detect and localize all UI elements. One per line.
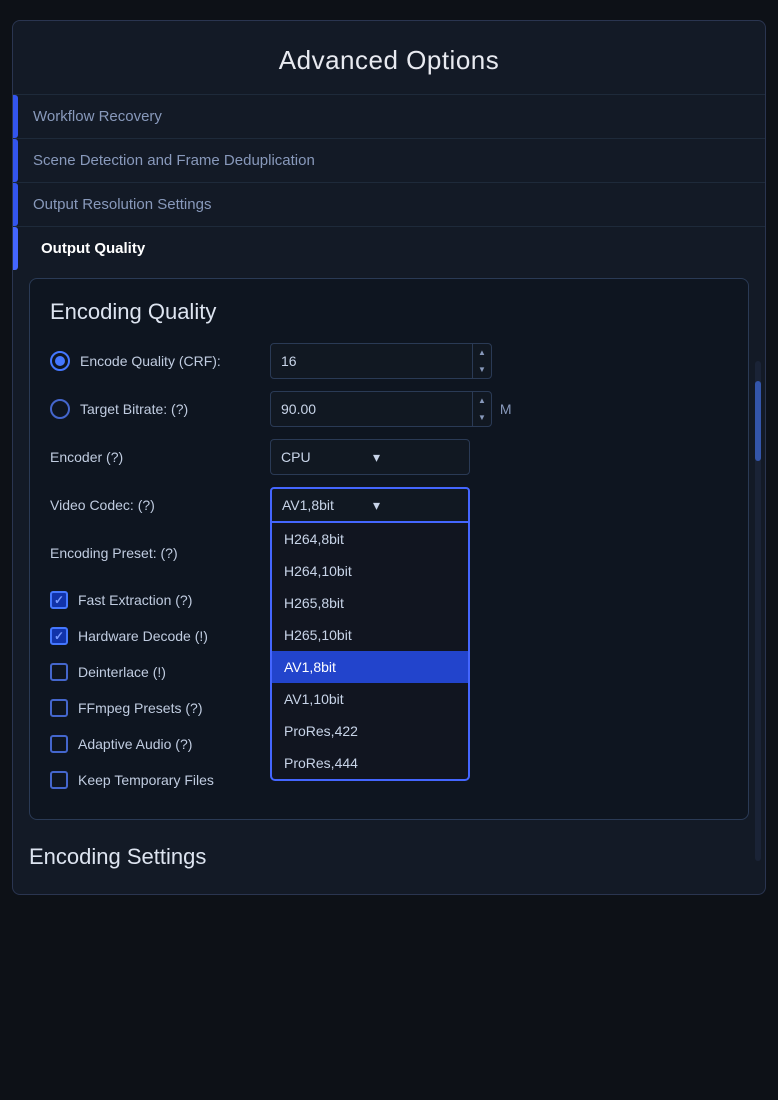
target-bitrate-label: Target Bitrate: (?) <box>80 401 188 417</box>
accent-bar-output-res <box>13 183 18 226</box>
sidebar-item-workflow-recovery[interactable]: Workflow Recovery <box>13 94 765 138</box>
encoder-chevron-icon: ▾ <box>373 449 459 466</box>
encode-quality-down[interactable]: ▼ <box>473 361 491 378</box>
ffmpeg-presets-label: FFmpeg Presets (?) <box>78 700 202 716</box>
radio-inner-dot <box>55 356 65 366</box>
codec-option-h264-8bit[interactable]: H264,8bit <box>272 523 468 555</box>
encode-quality-radio[interactable] <box>50 351 70 371</box>
encoding-preset-label: Encoding Preset: (?) <box>50 545 270 561</box>
keep-temp-files-checkbox[interactable] <box>50 771 68 789</box>
encoding-quality-title: Encoding Quality <box>50 299 728 325</box>
sidebar-item-output-quality[interactable]: Output Quality <box>13 226 765 270</box>
codec-option-prores-422[interactable]: ProRes,422 <box>272 715 468 747</box>
section-label-scene-detection: Scene Detection and Frame Deduplication <box>33 152 315 169</box>
scrollbar-track[interactable] <box>755 361 761 861</box>
target-bitrate-value[interactable] <box>271 401 472 417</box>
section-label-output-quality: Output Quality <box>41 240 145 257</box>
encode-quality-value[interactable] <box>271 353 472 369</box>
codec-option-h264-10bit[interactable]: H264,10bit <box>272 555 468 587</box>
scrollbar-thumb[interactable] <box>755 381 761 461</box>
accent-bar-scene <box>13 139 18 182</box>
encode-quality-up[interactable]: ▲ <box>473 344 491 361</box>
codec-option-prores-444[interactable]: ProRes,444 <box>272 747 468 779</box>
target-bitrate-radio[interactable] <box>50 399 70 419</box>
page-title: Advanced Options <box>13 21 765 94</box>
sidebar-item-output-resolution[interactable]: Output Resolution Settings <box>13 182 765 226</box>
adaptive-audio-checkbox[interactable] <box>50 735 68 753</box>
codec-option-h265-8bit[interactable]: H265,8bit <box>272 587 468 619</box>
hardware-decode-check-icon: ✓ <box>54 630 64 642</box>
target-bitrate-input[interactable]: ▲ ▼ <box>270 391 492 427</box>
accent-bar-output-quality <box>13 227 18 270</box>
deinterlace-checkbox[interactable] <box>50 663 68 681</box>
deinterlace-label: Deinterlace (!) <box>78 664 166 680</box>
hardware-decode-label: Hardware Decode (!) <box>78 628 208 644</box>
video-codec-row: Video Codec: (?) AV1,8bit ▾ H264,8bit H2… <box>50 487 728 523</box>
section-label-workflow-recovery: Workflow Recovery <box>33 108 162 125</box>
keep-temp-files-label: Keep Temporary Files <box>78 772 214 788</box>
encode-quality-radio-label[interactable]: Encode Quality (CRF): <box>50 351 270 371</box>
fast-extraction-check-icon: ✓ <box>54 594 64 606</box>
accent-bar-workflow <box>13 95 18 138</box>
video-codec-dropdown: H264,8bit H264,10bit H265,8bit H265,10bi… <box>270 523 470 781</box>
bitrate-suffix: M <box>500 401 512 417</box>
encoder-value: CPU <box>281 449 367 465</box>
target-bitrate-spinners: ▲ ▼ <box>472 392 491 426</box>
encoder-row: Encoder (?) CPU ▾ <box>50 439 728 475</box>
encoding-settings-title: Encoding Settings <box>13 832 765 874</box>
encoding-quality-section: Encoding Quality Encode Quality (CRF): ▲… <box>29 278 749 820</box>
encode-quality-row: Encode Quality (CRF): ▲ ▼ <box>50 343 728 379</box>
encode-quality-input[interactable]: ▲ ▼ <box>270 343 492 379</box>
section-label-output-resolution: Output Resolution Settings <box>33 196 211 213</box>
codec-option-av1-8bit[interactable]: AV1,8bit <box>272 651 468 683</box>
fast-extraction-checkbox[interactable]: ✓ <box>50 591 68 609</box>
target-bitrate-up[interactable]: ▲ <box>473 392 491 409</box>
target-bitrate-radio-label[interactable]: Target Bitrate: (?) <box>50 399 270 419</box>
encoder-select[interactable]: CPU ▾ <box>270 439 470 475</box>
encode-quality-label: Encode Quality (CRF): <box>80 353 221 369</box>
adaptive-audio-label: Adaptive Audio (?) <box>78 736 192 752</box>
hardware-decode-checkbox[interactable]: ✓ <box>50 627 68 645</box>
codec-option-h265-10bit[interactable]: H265,10bit <box>272 619 468 651</box>
video-codec-select[interactable]: AV1,8bit ▾ <box>270 487 470 523</box>
sidebar-item-scene-detection[interactable]: Scene Detection and Frame Deduplication <box>13 138 765 182</box>
ffmpeg-presets-checkbox[interactable] <box>50 699 68 717</box>
codec-option-av1-10bit[interactable]: AV1,10bit <box>272 683 468 715</box>
video-codec-chevron-icon: ▾ <box>373 497 458 514</box>
encoder-label: Encoder (?) <box>50 449 270 465</box>
fast-extraction-label: Fast Extraction (?) <box>78 592 192 608</box>
video-codec-value: AV1,8bit <box>282 497 367 513</box>
encode-quality-spinners: ▲ ▼ <box>472 344 491 378</box>
target-bitrate-row: Target Bitrate: (?) ▲ ▼ M <box>50 391 728 427</box>
video-codec-label: Video Codec: (?) <box>50 497 270 513</box>
target-bitrate-down[interactable]: ▼ <box>473 409 491 426</box>
